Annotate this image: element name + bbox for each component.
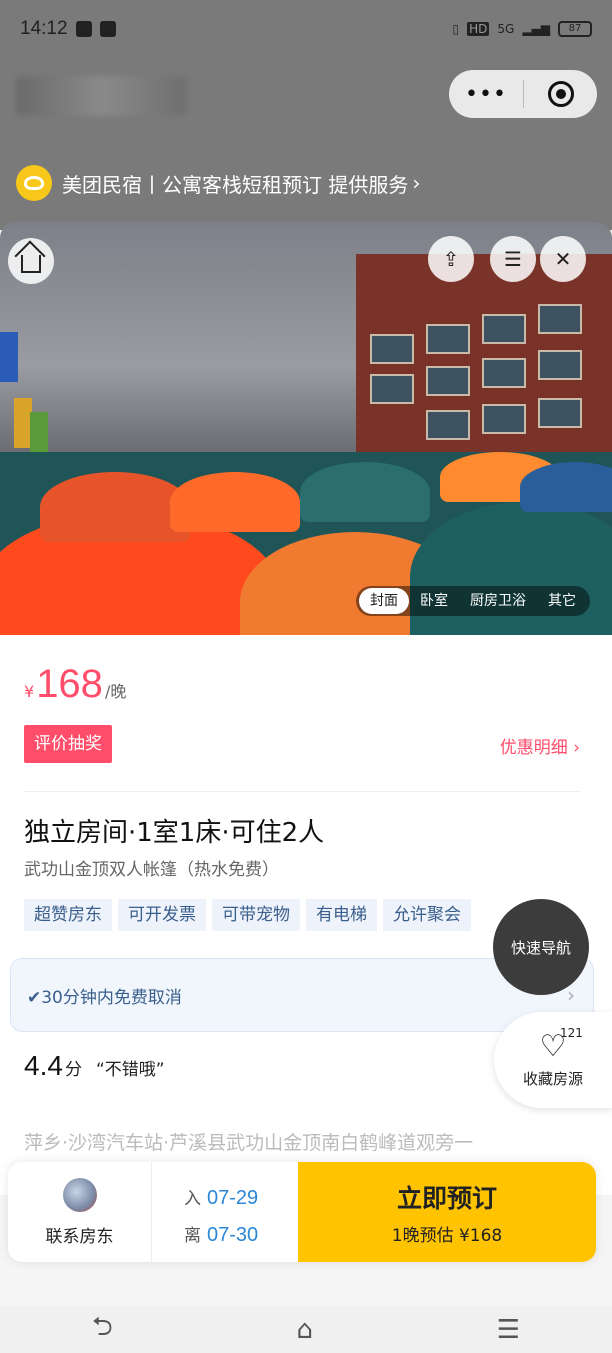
rating[interactable]: 4.4 分 “不错哦”	[24, 1050, 165, 1082]
meituan-logo-icon	[16, 165, 52, 201]
quick-nav-button[interactable]: 快速导航	[493, 899, 589, 995]
tag-superhost: 超赞房东	[24, 899, 112, 931]
contact-host-button[interactable]: 联系房东	[8, 1162, 152, 1262]
booking-bar: 联系房东 入 07-29 离 07-30 立即预订 1晚预估 ¥168	[8, 1162, 596, 1262]
discount-details-link[interactable]: 优惠明细 ›	[500, 733, 580, 758]
share-button[interactable]: ⇪	[428, 236, 474, 282]
contact-host-label: 联系房东	[45, 1226, 114, 1247]
rating-quote: “不错哦”	[95, 1060, 165, 1080]
chat-icon: ☰	[504, 247, 522, 271]
price-amount: 168	[36, 662, 103, 706]
listing-photo[interactable]: ⇪ ☰ ✕	[0, 222, 612, 635]
price-currency: ¥	[24, 682, 35, 701]
checkout-row: 离 07-30	[184, 1217, 258, 1254]
vibrate-icon: ▯	[452, 22, 460, 36]
close-icon: ✕	[554, 247, 572, 271]
status-time: 14:12	[20, 18, 68, 39]
system-nav-bar: ⮌ ⌂ ☰	[0, 1306, 612, 1353]
book-now-label: 立即预订	[396, 1183, 497, 1213]
chevron-right-icon: ›	[567, 983, 575, 1007]
status-right: ▯ HD 5G ▂▄▆ 87	[452, 21, 592, 37]
close-program-button[interactable]	[524, 81, 597, 107]
play-icon	[99, 21, 116, 37]
blurred-title	[16, 76, 186, 116]
menu-icon[interactable]: ☰	[497, 1315, 520, 1345]
battery-icon: 87	[558, 21, 592, 37]
signal-icon: ▂▄▆	[522, 22, 550, 36]
checkout-date: 07-30	[207, 1224, 259, 1246]
tab-kitchen-bath[interactable]: 厨房卫浴	[459, 588, 537, 614]
tab-other[interactable]: 其它	[537, 588, 587, 614]
favorite-count: 121	[560, 1026, 583, 1040]
home-nav-icon[interactable]: ⌂	[297, 1315, 314, 1345]
room-title: 独立房间·1室1床·可住2人	[24, 818, 325, 848]
hd-icon: HD	[467, 22, 490, 36]
network-label: 5G	[497, 22, 515, 36]
book-now-button[interactable]: 立即预订 1晚预估 ¥168	[298, 1162, 596, 1262]
tag-party: 允许聚会	[383, 899, 471, 931]
host-avatar	[62, 1177, 97, 1212]
more-button[interactable]: •••	[449, 82, 523, 107]
home-icon	[21, 255, 41, 273]
chevron-right-icon: ›	[412, 171, 421, 195]
target-icon	[547, 81, 574, 107]
rating-unit: 分	[64, 1060, 82, 1080]
tag-pets: 可带宠物	[212, 899, 300, 931]
brand-link[interactable]: 美团民宿丨公寓客栈短租预订 提供服务 ›	[16, 165, 420, 201]
date-selector[interactable]: 入 07-29 离 07-30	[184, 1180, 258, 1254]
back-icon[interactable]: ⮌	[92, 1308, 113, 1352]
rating-score: 4.4	[24, 1050, 63, 1081]
photo-category-tabs: 封面 卧室 厨房卫浴 其它	[356, 586, 590, 616]
checkin-label: 入	[184, 1189, 201, 1209]
room-subtitle: 武功山金顶双人帐篷（热水免费）	[24, 860, 279, 880]
tiktok-icon	[75, 21, 92, 37]
checkout-label: 离	[184, 1226, 201, 1246]
close-button[interactable]: ✕	[540, 236, 586, 282]
tab-cover[interactable]: 封面	[359, 588, 409, 614]
review-lottery-badge[interactable]: 评价抽奖	[24, 725, 112, 763]
status-bar: 14:12 ▯ HD 5G ▂▄▆ 87	[0, 0, 612, 58]
tag-invoice: 可开发票	[118, 899, 206, 931]
brand-text: 美团民宿丨公寓客栈短租预订 提供服务	[62, 172, 409, 197]
price-unit: /晚	[104, 682, 127, 701]
checkin-row: 入 07-29	[184, 1180, 258, 1217]
favorite-button[interactable]: ♡ 121 收藏房源	[494, 1012, 612, 1108]
feature-tags: 超赞房东 可开发票 可带宠物 有电梯 允许聚会	[24, 899, 471, 931]
address[interactable]: 萍乡·沙湾汽车站·芦溪县武功山金顶南白鹤峰道观旁一	[24, 1128, 584, 1155]
favorite-label: 收藏房源	[522, 1069, 583, 1088]
tag-elevator: 有电梯	[306, 899, 377, 931]
chat-button[interactable]: ☰	[490, 236, 536, 282]
divider	[24, 791, 580, 792]
checkin-date: 07-29	[207, 1187, 259, 1209]
home-button[interactable]	[8, 238, 54, 284]
book-estimate: 1晚预估 ¥168	[391, 1225, 503, 1246]
cancel-policy-text: ✔30分钟内免费取消	[27, 987, 182, 1008]
mini-program-capsule: •••	[449, 70, 597, 118]
share-icon: ⇪	[442, 247, 460, 271]
tab-bedroom[interactable]: 卧室	[409, 588, 459, 614]
price: ¥ 168 /晚	[24, 662, 126, 707]
